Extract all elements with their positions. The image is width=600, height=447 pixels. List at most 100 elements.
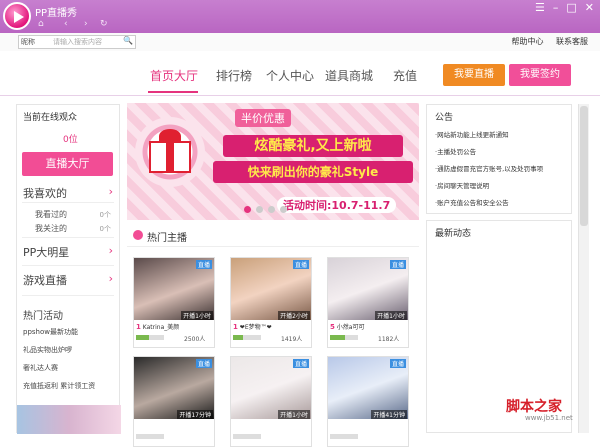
live-badge: 直播 [195, 359, 212, 368]
forward-icon[interactable]: › [84, 18, 88, 30]
sub-watched[interactable]: 我看过的 [35, 209, 67, 220]
activity-item[interactable]: 充值抵返利 累计领工资 [23, 381, 95, 391]
pager-dot[interactable] [256, 206, 263, 213]
level-progress-bar [136, 335, 164, 340]
go-live-label: 我要直播 [454, 69, 494, 80]
help-center-link[interactable]: 帮助中心 [511, 37, 543, 46]
streamer-card[interactable]: 直播 开播1小时 1 Katrina_美颜 2500人 [133, 257, 215, 348]
streamer-card[interactable]: 直播 开播1小时 5 小然a可可 1182人 [327, 257, 409, 348]
online-viewers-count: 0位 [63, 135, 78, 145]
banner-pager[interactable] [244, 206, 287, 213]
notice-item[interactable]: ·账户充值公告和安全公告 [435, 197, 509, 207]
sign-contract-label: 我要签约 [520, 69, 560, 80]
live-badge: 直播 [389, 260, 406, 269]
level-progress-fill [330, 335, 346, 340]
active-tab-underline [148, 91, 198, 93]
streamer-name[interactable]: 1 ❤E梦物™❤ [233, 322, 272, 331]
live-duration: 开播1小时 [181, 311, 213, 320]
live-badge: 直播 [195, 260, 212, 269]
notice-item[interactable]: ·房间聊天管理说明 [435, 180, 489, 190]
pager-dot[interactable] [244, 206, 251, 213]
search-type-select[interactable]: 昵称 [21, 37, 35, 47]
level-progress-fill [136, 335, 149, 340]
streamer-level: 5 [330, 323, 335, 331]
title-bar: PP直播秀 ⌂ ‹ › ↻ ☰ – □ ✕ [0, 0, 600, 33]
watermark-text: 脚本之家 [506, 399, 562, 415]
pager-dot[interactable] [280, 206, 287, 213]
level-progress-bar [233, 335, 261, 340]
level-progress-bar [330, 335, 358, 340]
live-duration: 开播2小时 [278, 311, 310, 320]
chevron-right-icon[interactable]: › [109, 272, 113, 285]
streamer-card[interactable]: 直播开播41分钟 [327, 356, 409, 447]
window-title: PP直播秀 [35, 8, 78, 19]
level-progress-bar [330, 434, 358, 439]
live-duration: 开播17分钟 [177, 410, 213, 419]
sign-contract-button[interactable]: 我要签约 [509, 64, 571, 86]
maximize-icon[interactable]: □ [566, 1, 576, 14]
online-viewers-label: 当前在线观众 [23, 113, 78, 123]
notice-item[interactable]: ·网站新功能上线更新通知 [435, 129, 509, 139]
live-badge: 直播 [292, 359, 309, 368]
live-duration: 开播1小时 [375, 311, 407, 320]
pager-dot[interactable] [268, 206, 275, 213]
banner-subline: 快来刷出你的豪礼Style [213, 161, 413, 183]
back-icon[interactable]: ‹ [64, 18, 68, 30]
home-icon[interactable]: ⌂ [38, 18, 44, 30]
left-panel: 当前在线观众 0位 直播大厅 我喜欢的 › 我看过的 0个 我关注的 0个 PP… [16, 104, 121, 434]
section-my-likes[interactable]: 我喜欢的 [23, 185, 67, 201]
tab-personal-center[interactable]: 个人中心 [266, 67, 314, 84]
streamer-name[interactable]: 1 Katrina_美颜 [136, 322, 179, 331]
live-badge: 直播 [292, 260, 309, 269]
toolbar: 昵称 请输入搜索内容 🔍 帮助中心 联系客服 [0, 33, 600, 52]
refresh-icon[interactable]: ↻ [100, 18, 108, 30]
notice-item[interactable]: ·主播处罚公告 [435, 146, 476, 156]
search-input[interactable]: 请输入搜索内容 [53, 37, 102, 47]
live-badge: 直播 [389, 359, 406, 368]
close-icon[interactable]: ✕ [585, 1, 594, 14]
hot-streamers-title: 热门主播 [147, 233, 187, 244]
section-pp-star[interactable]: PP大明星 [23, 244, 69, 260]
streamer-nickname: Katrina_美颜 [142, 324, 180, 331]
search-box[interactable]: 昵称 请输入搜索内容 🔍 [18, 35, 136, 49]
contact-service-link[interactable]: 联系客服 [556, 37, 588, 46]
go-live-button[interactable]: 我要直播 [443, 64, 505, 86]
watermark-url: www.jb51.net [525, 414, 573, 422]
search-icon[interactable]: 🔍 [123, 36, 133, 45]
chevron-right-icon[interactable]: › [109, 244, 113, 257]
activity-item[interactable]: ppshow最新功能 [23, 327, 78, 337]
streamer-card[interactable]: 直播开播17分钟 [133, 356, 215, 447]
activity-thumbnail[interactable] [17, 405, 121, 434]
hot-icon [133, 230, 143, 240]
minimize-icon[interactable]: – [553, 1, 559, 14]
activity-item[interactable]: 礼品实物出炉啰 [23, 345, 72, 355]
streamer-card[interactable]: 直播开播2小时 1 ❤E梦物™❤ 1419人 [230, 257, 312, 348]
level-progress-bar [233, 434, 261, 439]
promo-banner[interactable]: 半价优惠 炫酷豪礼,又上新啦 快来刷出你的豪礼Style 活动时间:10.7-1… [127, 103, 419, 220]
tab-ranking[interactable]: 排行榜 [216, 67, 252, 84]
chevron-right-icon[interactable]: › [109, 185, 113, 198]
notice-title: 公告 [435, 113, 454, 123]
tab-recharge[interactable]: 充值 [393, 67, 417, 84]
level-progress-fill [233, 335, 243, 340]
scrollbar[interactable] [578, 104, 589, 433]
streamer-level: 1 [136, 323, 141, 331]
sub-followed[interactable]: 我关注的 [35, 223, 67, 234]
live-hall-button[interactable]: 直播大厅 [22, 152, 113, 176]
live-duration: 开播41分钟 [371, 410, 407, 419]
notice-item[interactable]: ·通防虚假冒充官方账号,以及处罚事项 [435, 163, 543, 173]
news-title: 最新动态 [435, 229, 472, 239]
streamer-card[interactable]: 直播开播1小时 [230, 356, 312, 447]
skin-icon[interactable]: ☰ [535, 1, 545, 14]
viewer-count: 1419人 [281, 336, 303, 343]
live-duration: 开播1小时 [278, 410, 310, 419]
section-game-live[interactable]: 游戏直播 [23, 272, 67, 288]
streamer-nickname: 小然a可可 [336, 324, 365, 331]
streamer-name[interactable]: 5 小然a可可 [330, 322, 364, 331]
notice-panel: 公告 ·网站新功能上线更新通知 ·主播处罚公告 ·通防虚假冒充官方账号,以及处罚… [426, 104, 572, 214]
tab-home-hall[interactable]: 首页大厅 [150, 67, 198, 84]
main-nav: 首页大厅 排行榜 个人中心 道具商城 充值 我要直播 我要签约 [0, 51, 600, 96]
scrollbar-thumb[interactable] [580, 106, 588, 226]
activity-item[interactable]: 奢礼达人赛 [23, 363, 58, 373]
tab-prop-mall[interactable]: 道具商城 [325, 67, 373, 84]
